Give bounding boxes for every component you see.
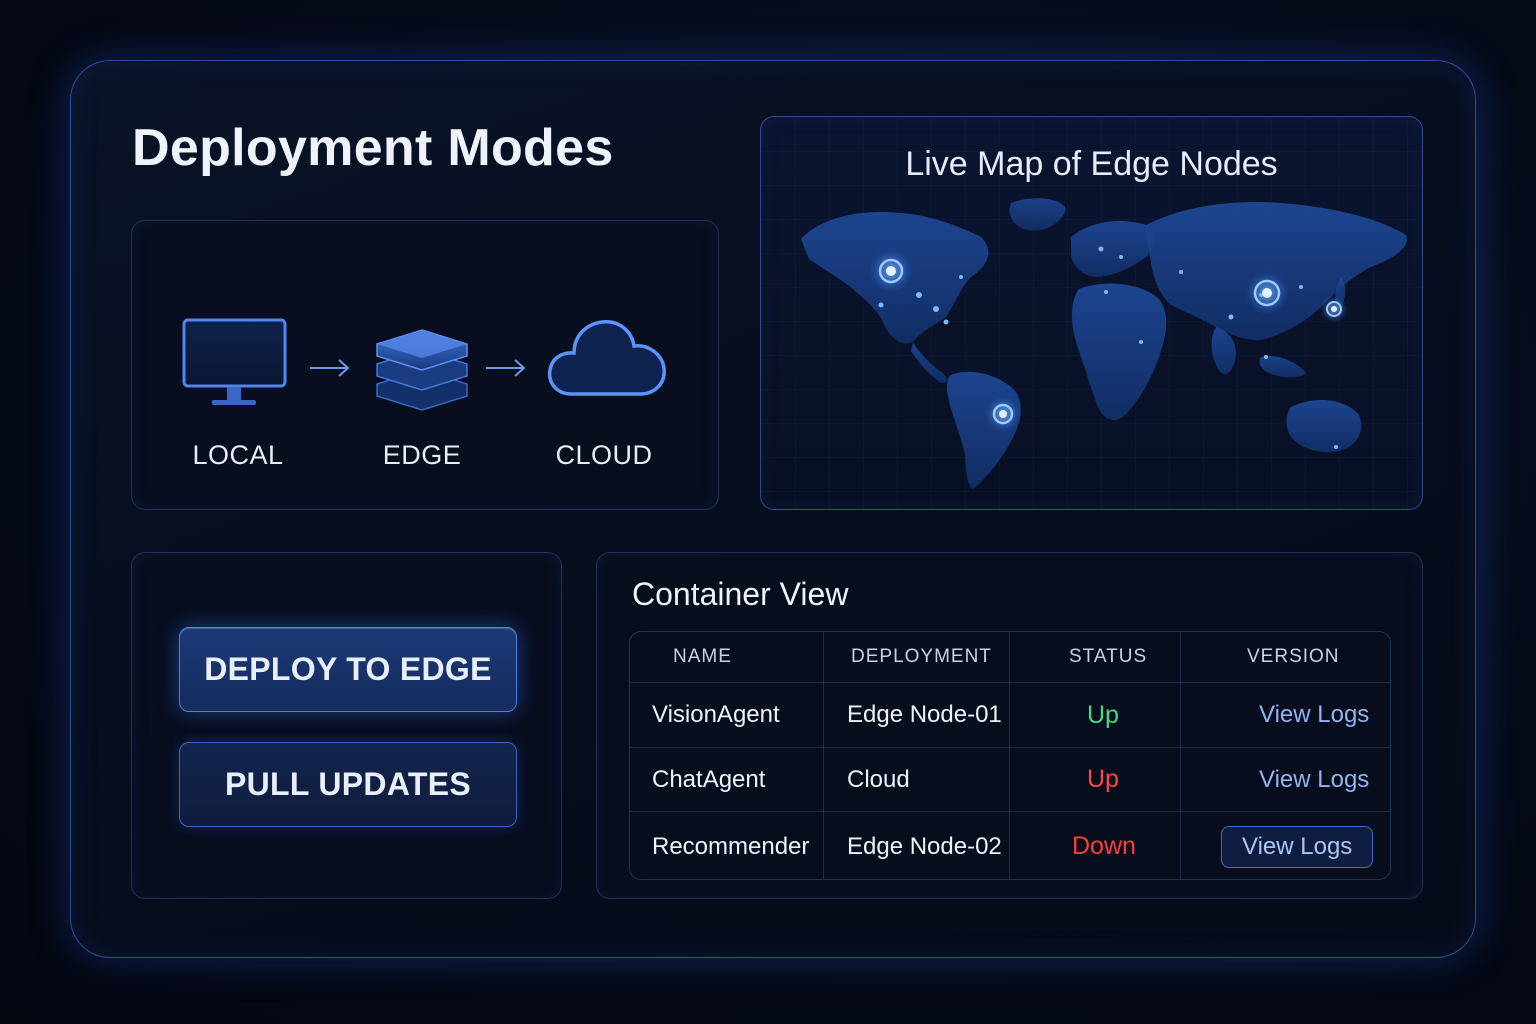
container-view-title: Container View	[632, 576, 849, 612]
view-logs-button-wrap: View Logs	[1221, 812, 1374, 879]
monitor-icon	[182, 318, 287, 405]
container-deployment: Cloud	[847, 765, 910, 793]
container-name: VisionAgent	[652, 701, 780, 728]
mode-label-edge: EDGE	[382, 440, 462, 470]
container-name: ChatAgent	[652, 765, 766, 793]
table-row: ChatAgent Cloud Up View Logs	[630, 747, 1390, 811]
view-logs-link[interactable]: View Logs	[1259, 683, 1369, 747]
container-deployment: Edge Node-02	[847, 832, 1002, 860]
status-text: Up	[1087, 765, 1119, 793]
table-row: VisionAgent Edge Node-01 Up View Logs	[630, 682, 1390, 747]
arrow-right-icon	[310, 359, 350, 377]
mode-label-local: LOCAL	[192, 440, 284, 470]
column-header-name: NAME	[673, 646, 732, 667]
status-text: Up	[1087, 700, 1119, 729]
arrow-right-icon	[486, 359, 526, 377]
column-header-deployment: DEPLOYMENT	[851, 646, 992, 667]
container-table: NAME DEPLOYMENT STATUS VERSION VisionAge…	[629, 631, 1391, 880]
deploy-to-edge-button[interactable]: DEPLOY TO EDGE	[179, 627, 517, 712]
pull-updates-button[interactable]: PULL UPDATES	[179, 742, 517, 827]
column-header-version: VERSION	[1247, 646, 1340, 667]
mode-label-cloud: CLOUD	[555, 440, 653, 470]
container-name: Recommender	[652, 832, 810, 860]
map-title: Live Map of Edge Nodes	[905, 145, 1278, 183]
table-row: Recommender Edge Node-02 Down View Logs	[630, 811, 1390, 879]
container-deployment: Edge Node-01	[847, 701, 1002, 728]
column-header-status: STATUS	[1069, 646, 1148, 667]
cloud-icon	[547, 320, 666, 396]
page-title: Deployment Modes	[132, 119, 614, 177]
view-logs-link[interactable]: View Logs	[1259, 748, 1369, 811]
status-text: Down	[1072, 832, 1136, 860]
table-header-row: NAME DEPLOYMENT STATUS VERSION	[630, 632, 1390, 682]
server-stack-icon	[376, 329, 468, 411]
actions-panel	[131, 552, 562, 899]
view-logs-button[interactable]: View Logs	[1221, 825, 1374, 868]
